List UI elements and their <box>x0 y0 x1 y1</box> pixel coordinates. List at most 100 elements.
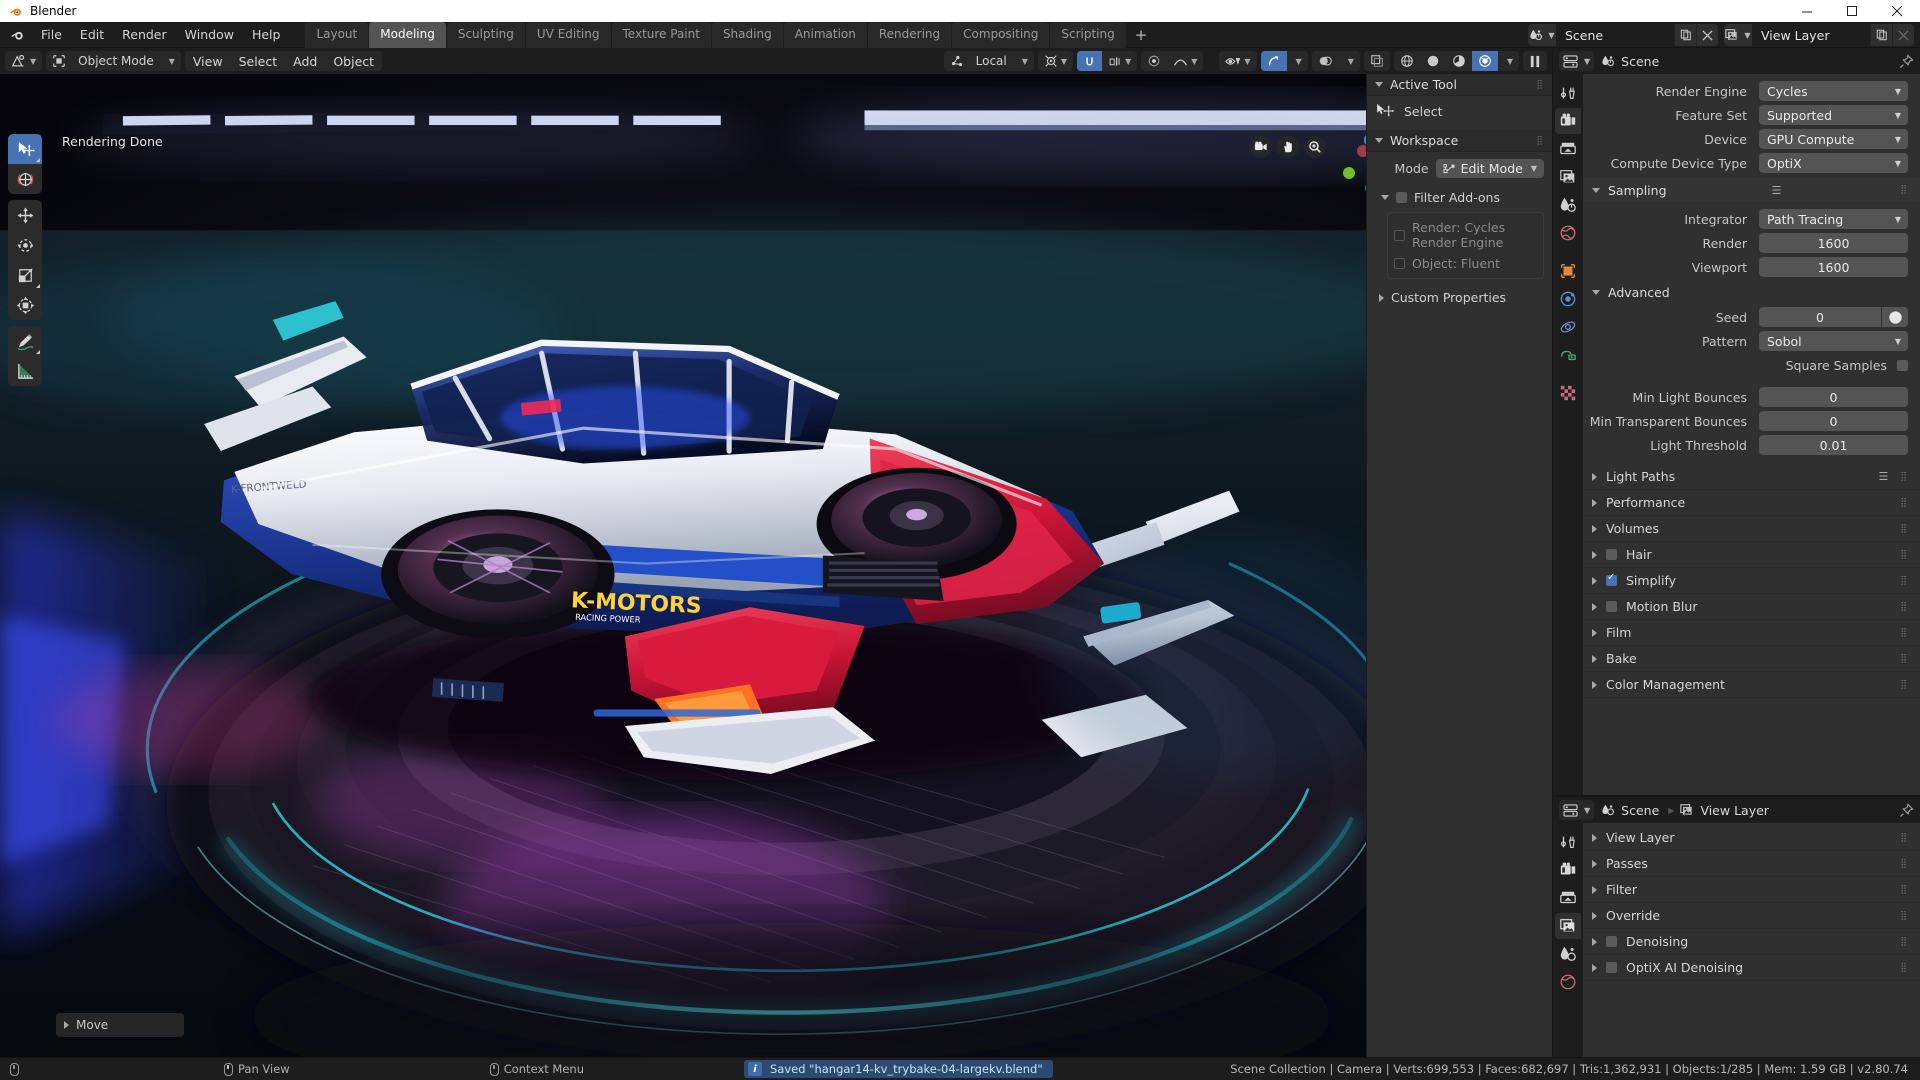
motion-blur-checkbox[interactable] <box>1606 601 1617 612</box>
properties-tab-world[interactable] <box>1555 969 1581 995</box>
scale-tool-icon[interactable] <box>8 260 42 290</box>
editor-type-properties-icon[interactable]: ▼ <box>1559 800 1595 820</box>
proportional-edit-toggle[interactable] <box>1141 51 1167 71</box>
properties-tab-scene[interactable] <box>1555 941 1581 967</box>
chevron-down-icon[interactable]: ▼ <box>1287 51 1308 71</box>
menu-help[interactable]: Help <box>243 25 290 45</box>
preset-list-icon[interactable]: ☰ <box>1772 184 1782 197</box>
properties-tab-output[interactable] <box>1555 136 1581 162</box>
properties-tab-view-layer[interactable] <box>1555 913 1581 939</box>
npanel-tab-item[interactable]: Item <box>1366 80 1367 120</box>
editor-type-selector[interactable]: ▼ <box>5 51 43 71</box>
workspace-tab-uv-editing[interactable]: UV Editing <box>525 21 611 48</box>
pause-render-button[interactable] <box>1523 51 1547 71</box>
viewport-menu-select[interactable]: Select <box>230 51 286 71</box>
sampling-section-header[interactable]: Sampling ☰ ⣿ <box>1583 178 1920 202</box>
interaction-mode-label[interactable]: Object Mode <box>72 51 160 71</box>
blender-menu-icon[interactable] <box>6 25 28 45</box>
properties-tab-world[interactable] <box>1555 220 1581 246</box>
material-preview-shading-button[interactable] <box>1446 51 1472 71</box>
properties-tab-scene[interactable] <box>1555 192 1581 218</box>
advanced-section-header[interactable]: Advanced <box>1583 280 1920 304</box>
panel-performance[interactable]: Performance ⣿ <box>1583 490 1920 516</box>
panel-passes[interactable]: Passes ⣿ <box>1583 851 1920 877</box>
workspace-tab-shading[interactable]: Shading <box>711 21 783 48</box>
device-dropdown[interactable]: GPU Compute ▼ <box>1759 129 1908 149</box>
add-workspace-button[interactable]: + <box>1127 26 1156 44</box>
npanel-tab-view[interactable]: View <box>1366 162 1367 203</box>
rotate-tool-icon[interactable] <box>8 230 42 260</box>
operator-redo-panel[interactable]: Move <box>56 1013 184 1037</box>
workspace-tab-rendering[interactable]: Rendering <box>867 21 952 48</box>
proportional-falloff-icon[interactable]: ▼ <box>1167 51 1203 71</box>
interaction-mode-selector[interactable]: Object Mode ▼ <box>46 51 181 71</box>
properties-tab-modifiers[interactable] <box>1555 286 1581 312</box>
filter-addons-row[interactable]: Filter Add-ons <box>1375 187 1544 208</box>
new-scene-button[interactable] <box>1674 24 1696 46</box>
optix-ai-denoising-checkbox[interactable] <box>1606 962 1617 973</box>
light-threshold-field[interactable]: 0.01 <box>1759 435 1908 455</box>
editor-type-3d-viewport-icon[interactable]: ▼ <box>5 51 42 71</box>
scene-icon[interactable]: ▼ <box>1528 24 1556 46</box>
simplify-checkbox[interactable] <box>1606 572 1617 586</box>
solid-shading-button[interactable] <box>1420 51 1446 71</box>
menu-render[interactable]: Render <box>113 25 176 45</box>
seed-field[interactable]: 0 <box>1759 307 1881 327</box>
filter-addons-checkbox[interactable] <box>1396 192 1407 203</box>
preset-list-icon[interactable]: ☰ <box>1879 470 1889 483</box>
transform-orientation-selector[interactable]: Local ▼ <box>943 51 1034 71</box>
panel-motion-blur[interactable]: Motion Blur ⣿ <box>1583 594 1920 620</box>
panel-denoising[interactable]: Denoising ⣿ <box>1583 929 1920 955</box>
snap-target-icon[interactable]: ▼ <box>1102 51 1137 71</box>
properties-tab-constraints[interactable] <box>1555 342 1581 368</box>
menu-window[interactable]: Window <box>176 25 243 45</box>
tweak-select-tool-icon[interactable] <box>8 134 42 164</box>
square-samples-checkbox[interactable] <box>1897 359 1908 371</box>
measure-tool-icon[interactable] <box>8 356 42 386</box>
properties-tab-physics[interactable] <box>1555 314 1581 340</box>
hair-checkbox[interactable] <box>1606 549 1617 560</box>
viewport-3d[interactable]: K-MOTORS RACING POWER K-FRONTWELD ▼ Obje… <box>0 48 1552 1057</box>
properties-tab-object[interactable] <box>1555 258 1581 284</box>
panel-filter[interactable]: Filter ⣿ <box>1583 877 1920 903</box>
pivot-point-icon[interactable]: ▼ <box>1038 51 1073 71</box>
integrator-dropdown[interactable]: Path Tracing ▼ <box>1759 209 1908 229</box>
viewport-menu-add[interactable]: Add <box>285 51 326 71</box>
min-transparent-bounces-field[interactable]: 0 <box>1759 411 1908 431</box>
pattern-dropdown[interactable]: Sobol ▼ <box>1759 331 1908 351</box>
annotate-tool-icon[interactable] <box>8 326 42 356</box>
animate-seed-button[interactable] <box>1882 307 1908 327</box>
workspace-tab-modeling[interactable]: Modeling <box>369 21 446 48</box>
npanel-tab-tool[interactable]: Tool <box>1366 123 1367 159</box>
status-report[interactable]: i Saved "hangar14-kv_trybake-04-largekv.… <box>743 1060 1053 1078</box>
addon-checkbox[interactable] <box>1394 258 1405 269</box>
menu-file[interactable]: File <box>32 25 71 45</box>
pan-view-button[interactable] <box>1277 136 1299 158</box>
pivot-point-selector[interactable]: ▼ <box>1037 51 1074 71</box>
properties-tab-render[interactable] <box>1555 108 1581 134</box>
render-engine-dropdown[interactable]: Cycles ▼ <box>1759 81 1908 101</box>
workspace-mode-dropdown[interactable]: Edit Mode ▼ <box>1435 159 1544 178</box>
maximize-button[interactable] <box>1830 0 1875 22</box>
chevron-down-icon[interactable]: ▼ <box>1339 51 1360 71</box>
editor-type-properties-icon[interactable]: ▼ <box>1559 51 1595 71</box>
properties-tab-output[interactable] <box>1555 885 1581 911</box>
render-samples-field[interactable]: 1600 <box>1759 233 1908 253</box>
transform-orientation-label[interactable]: Local <box>970 51 1013 71</box>
panel-override[interactable]: Override ⣿ <box>1583 903 1920 929</box>
npanel-active-tool-header[interactable]: Active Tool ⣿ <box>1367 74 1552 96</box>
panel-simplify[interactable]: Simplify ⣿ <box>1583 568 1920 594</box>
workspace-tab-layout[interactable]: Layout <box>305 21 369 48</box>
addon-list-item[interactable]: Object: Fluent <box>1394 253 1537 274</box>
unlink-scene-button[interactable] <box>1696 24 1718 46</box>
workspace-tab-sculpting[interactable]: Sculpting <box>446 21 525 48</box>
camera-view-button[interactable] <box>1250 136 1272 158</box>
view-layer-icon[interactable]: ▼ <box>1724 24 1752 46</box>
panel-volumes[interactable]: Volumes ⣿ <box>1583 516 1920 542</box>
chevron-down-icon[interactable]: ▼ <box>160 51 181 71</box>
properties-tab-render[interactable] <box>1555 857 1581 883</box>
wireframe-shading-button[interactable] <box>1394 51 1420 71</box>
zoom-view-button[interactable] <box>1304 136 1326 158</box>
panel-optix-ai-denoising[interactable]: OptiX AI Denoising ⣿ <box>1583 955 1920 981</box>
show-overlays-button[interactable] <box>1312 51 1339 71</box>
